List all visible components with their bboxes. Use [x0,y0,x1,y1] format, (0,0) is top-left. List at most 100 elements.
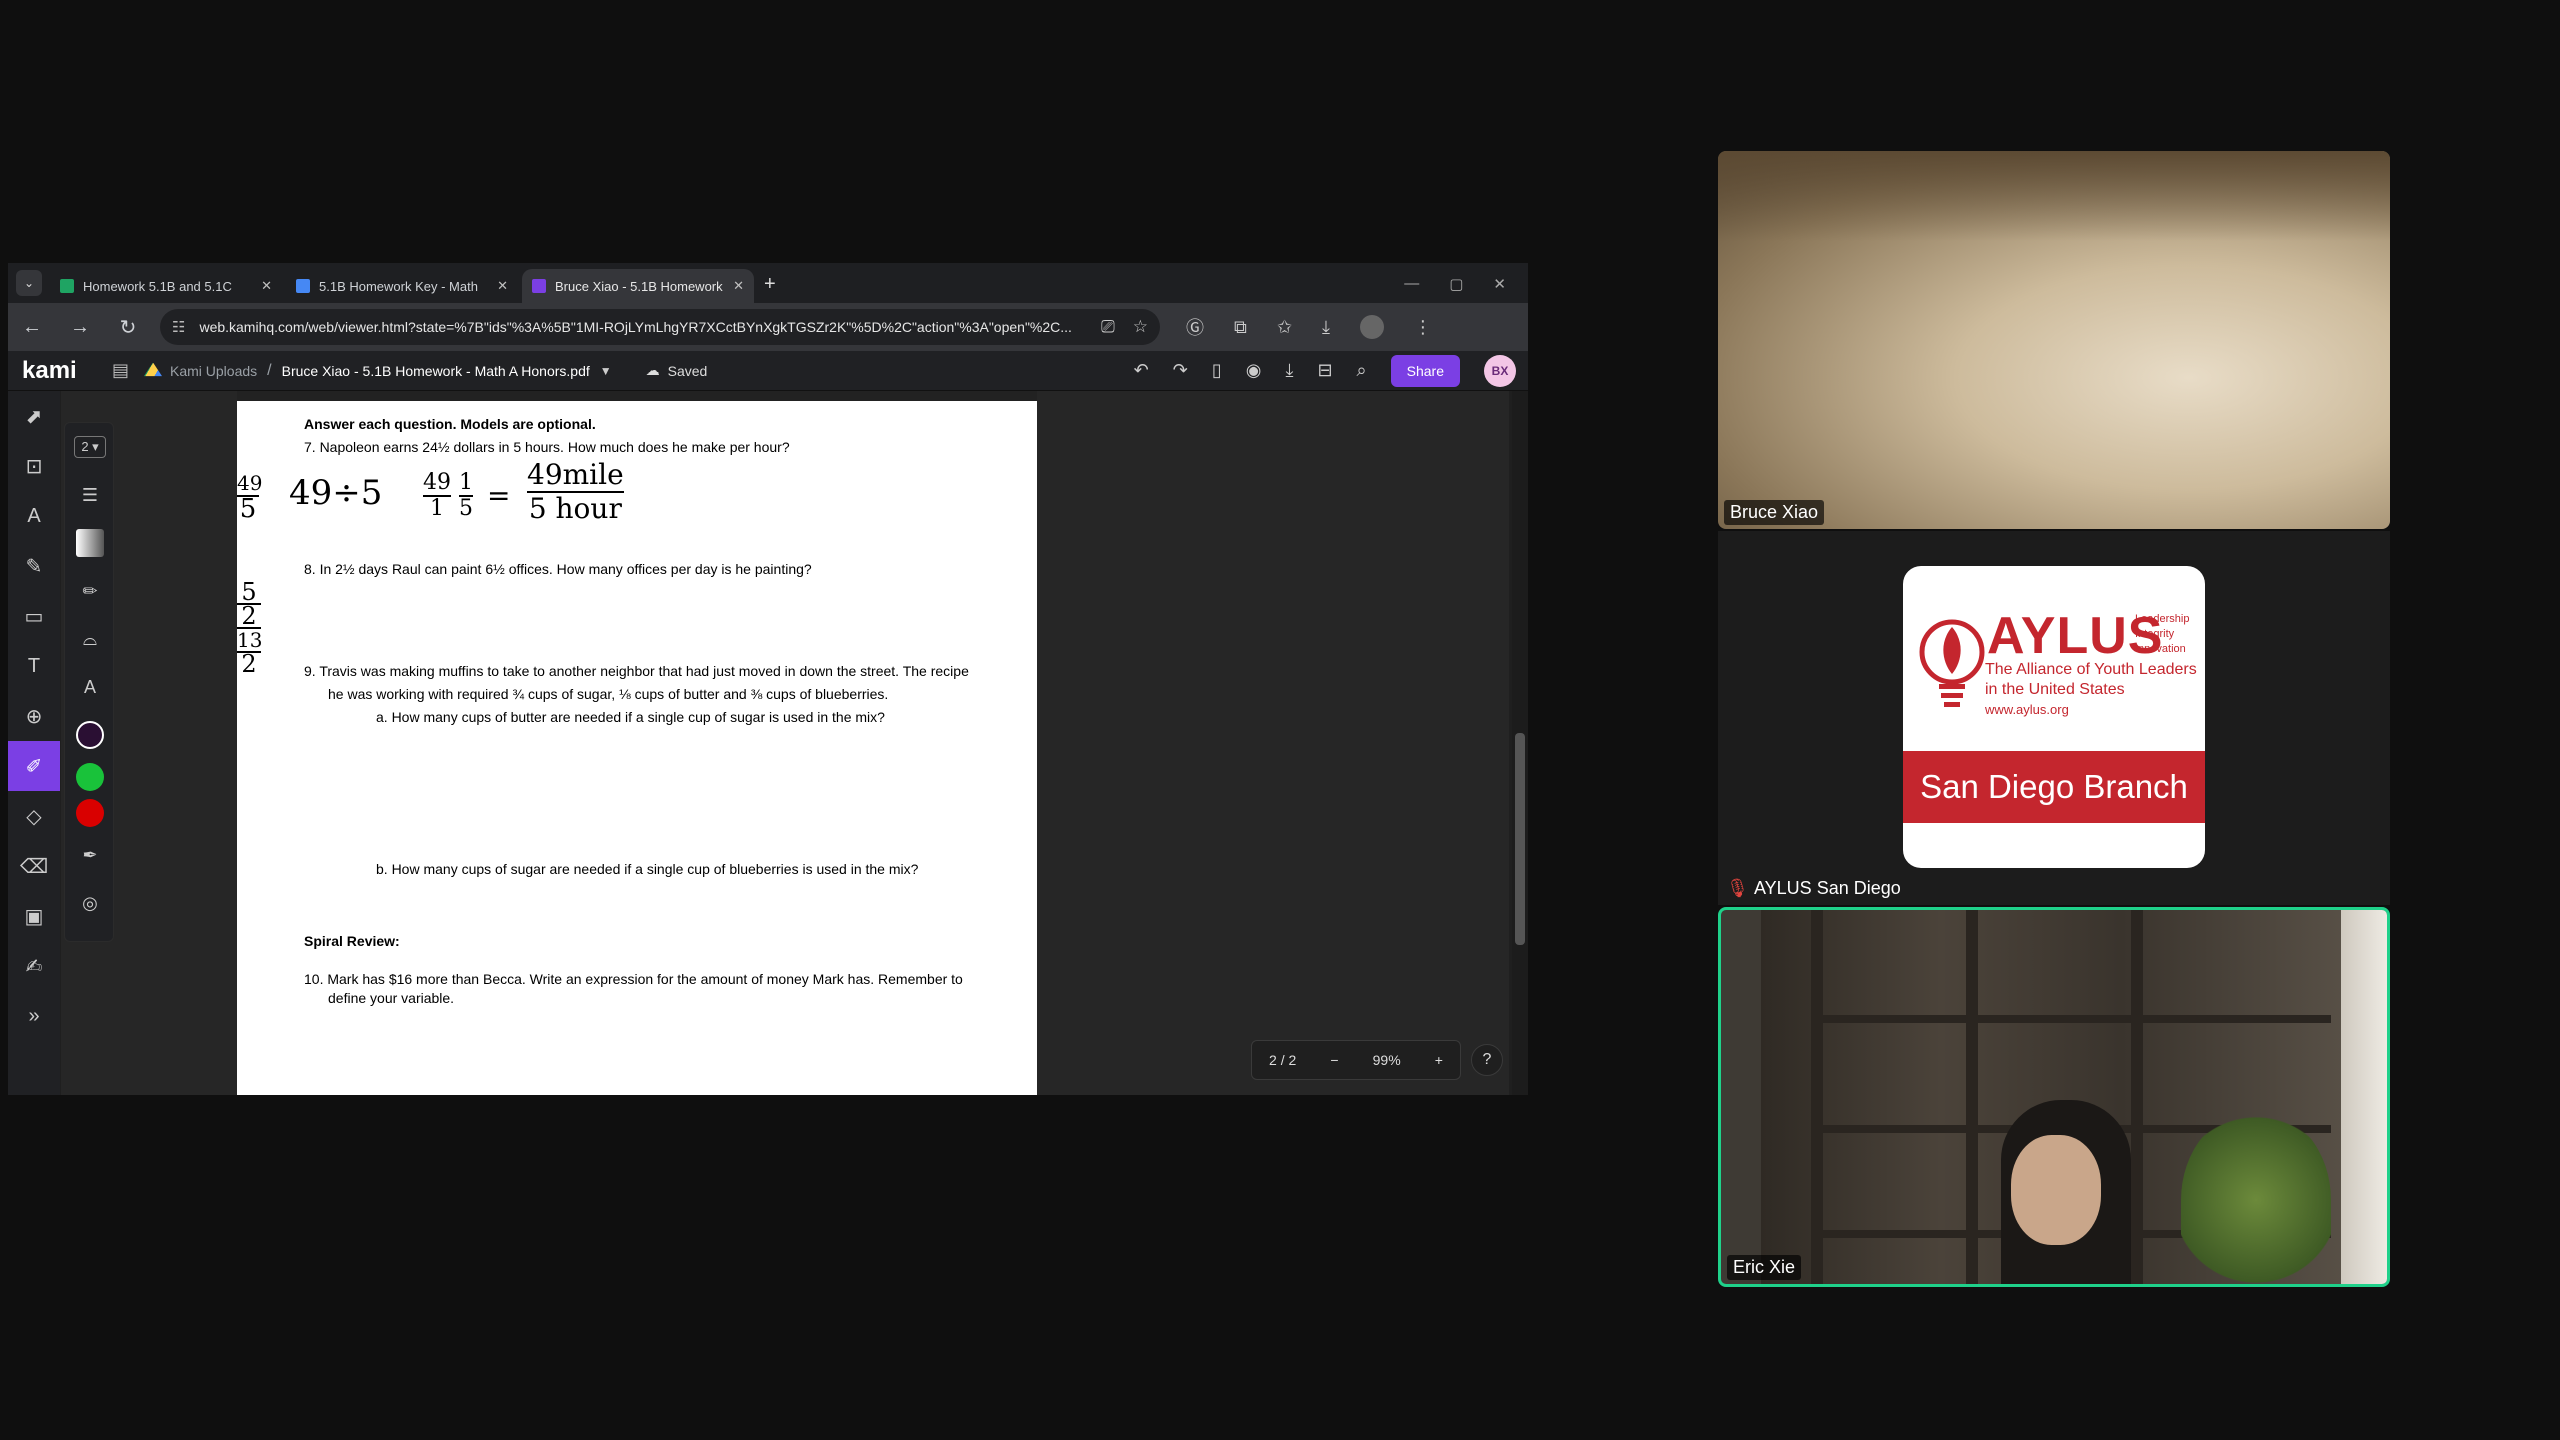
menu-icon[interactable]: ⋮ [1414,317,1432,338]
minimize-icon[interactable]: — [1404,275,1419,293]
view-icon[interactable]: ◉ [1246,360,1262,381]
tab-homework-key[interactable]: 5.1B Homework Key - Math ✕ [286,269,518,303]
ink-text: 49 [423,470,451,497]
tab-search-button[interactable]: ⌄ [16,270,42,296]
kami-toolbar: kami ▤ Kami Uploads / Bruce Xiao - 5.1B … [8,351,1528,391]
file-name[interactable]: Bruce Xiao - 5.1B Homework - Math A Hono… [282,363,590,379]
tab-kami[interactable]: Bruce Xiao - 5.1B Homework ✕ [522,269,754,303]
stroke-size-value: 2 [81,439,89,454]
forward-icon[interactable]: → [56,316,104,339]
kami-tool-rail: ⬈ ⊡ A ✎ ▭ T ⊕ ✐ ◇ ⌫ ▣ ✍ » [8,391,60,1095]
tab-homework[interactable]: Homework 5.1B and 5.1C ✕ [50,269,282,303]
text-to-speech-icon[interactable]: A [8,491,60,541]
ink-text: 5 hour [528,492,622,525]
download-icon[interactable]: ⤓ [1285,360,1293,381]
line-style-icon[interactable]: ☰ [65,471,115,519]
kami-icon [532,279,546,293]
sidebar-toggle-icon[interactable]: ▤ [112,360,144,381]
help-icon[interactable]: ? [1471,1044,1503,1076]
scrollbar-thumb[interactable] [1515,733,1525,945]
opacity-icon[interactable] [65,519,115,567]
close-icon[interactable]: ✕ [733,278,744,294]
search-icon[interactable]: ⌕ [1357,360,1367,381]
tab-title: 5.1B Homework Key - Math [319,278,478,294]
palette-icon[interactable]: ◎ [65,879,115,927]
site-info-icon[interactable]: ☷ [172,318,185,336]
grammarly-icon[interactable]: Ⓖ [1186,314,1204,340]
omnibox[interactable]: ☷ web.kamihq.com/web/viewer.html?state=%… [160,309,1160,345]
color-purple[interactable] [65,711,115,759]
page-zoom-controls: 2 / 2 − 99% + [1251,1040,1461,1080]
shapes-tool-icon[interactable]: ◇ [8,791,60,841]
ink-text: 2 [237,604,261,629]
profile-avatar[interactable] [1359,315,1384,339]
image-tool-icon[interactable]: ▣ [8,891,60,941]
address-bar: ← → ↻ ☷ web.kamihq.com/web/viewer.html?s… [8,303,1528,351]
download-icon[interactable]: ⤓ [1322,317,1330,338]
bookmark-star-icon[interactable]: ☆ [1133,317,1148,337]
cloud-check-icon: ☁ [645,362,660,378]
chevron-down-icon[interactable]: ▼ [600,364,612,378]
ink-text: 1 [430,496,444,521]
participant-name: AYLUS San Diego [1754,878,1901,898]
back-icon[interactable]: ← [8,316,56,339]
text-tool-icon[interactable]: T [8,641,60,691]
maximize-icon[interactable]: ▢ [1449,275,1463,293]
reload-icon[interactable]: ↻ [104,315,152,340]
participant-tile-aylus[interactable]: AYLUS Leadership Integrity Innovation Th… [1718,531,2390,905]
select-tool-icon[interactable]: ⬈ [8,391,60,441]
aylus-values: Leadership Integrity Innovation [2135,612,2189,657]
signature-tool-icon[interactable]: ✍ [8,941,60,991]
ink-fraction-49-5: 49 5 [237,471,262,522]
question-7: 7. Napoleon earns 24½ dollars in 5 hours… [304,439,790,455]
ink-fraction-49-1: 49 1 [423,471,451,521]
ink-division: 49÷5 [289,473,383,513]
zoom-level[interactable]: 99% [1373,1052,1401,1068]
user-avatar[interactable]: BX [1484,354,1516,387]
participant-tile-eric[interactable]: Eric Xie [1718,907,2390,1287]
screen-share: ⌄ Homework 5.1B and 5.1C ✕ 5.1B Homework… [8,263,1528,1095]
new-tab-icon[interactable]: + [764,273,776,296]
sheets-icon [60,279,74,293]
stroke-size-select[interactable]: 2 ▾ [65,423,115,471]
redo-icon[interactable]: ↷ [1173,360,1188,381]
vertical-scrollbar[interactable] [1512,391,1528,1095]
undo-icon[interactable]: ↶ [1134,360,1149,381]
zoom-out-icon[interactable]: − [1330,1052,1338,1068]
bookmarks-icon[interactable]: ✩ [1277,317,1292,338]
kami-logo: kami [22,356,77,384]
text-style-icon[interactable]: A [65,663,115,711]
dictionary-tool-icon[interactable]: ⊡ [8,441,60,491]
extensions-icon[interactable]: ⧉ [1234,317,1247,338]
highlighter-icon[interactable]: ✏ [65,567,115,615]
expand-toolbar-icon[interactable]: » [8,991,60,1041]
equation-tool-icon[interactable]: ⊕ [8,691,60,741]
markup-tool-icon[interactable]: ✎ [8,541,60,591]
install-icon[interactable]: ⎚ [1101,317,1115,337]
ink-text: 2 [241,650,257,678]
eyedropper-icon[interactable]: ✒ [65,831,115,879]
color-red[interactable] [65,795,115,831]
zoom-in-icon[interactable]: + [1435,1052,1443,1068]
close-window-icon[interactable]: ✕ [1493,275,1506,293]
spiral-review-heading: Spiral Review: [304,933,400,949]
google-drive-icon [144,362,162,377]
question-10-line1: 10. Mark has $16 more than Becca. Write … [304,971,963,987]
toolbox-icon[interactable]: ⊟ [1317,360,1332,381]
drawing-tool-icon[interactable]: ✐ [8,741,60,791]
comment-tool-icon[interactable]: ▭ [8,591,60,641]
eraser-tool-icon[interactable]: ⌫ [8,841,60,891]
document-icon[interactable]: ▯ [1212,360,1222,381]
page-indicator[interactable]: 2 / 2 [1269,1052,1296,1068]
shelf [1811,1015,2331,1023]
ink-text: 49mile [527,458,624,493]
close-icon[interactable]: ✕ [497,278,508,294]
breadcrumb-root[interactable]: Kami Uploads [170,363,257,379]
protractor-icon[interactable]: ⌓ [65,615,115,663]
share-button[interactable]: Share [1390,354,1460,387]
document-canvas: Answer each question. Models are optiona… [61,391,1509,1095]
url-text[interactable]: web.kamihq.com/web/viewer.html?state=%7B… [199,319,1083,335]
close-icon[interactable]: ✕ [261,278,272,294]
color-green[interactable] [65,759,115,795]
participant-tile-bruce[interactable]: Bruce Xiao [1718,151,2390,529]
